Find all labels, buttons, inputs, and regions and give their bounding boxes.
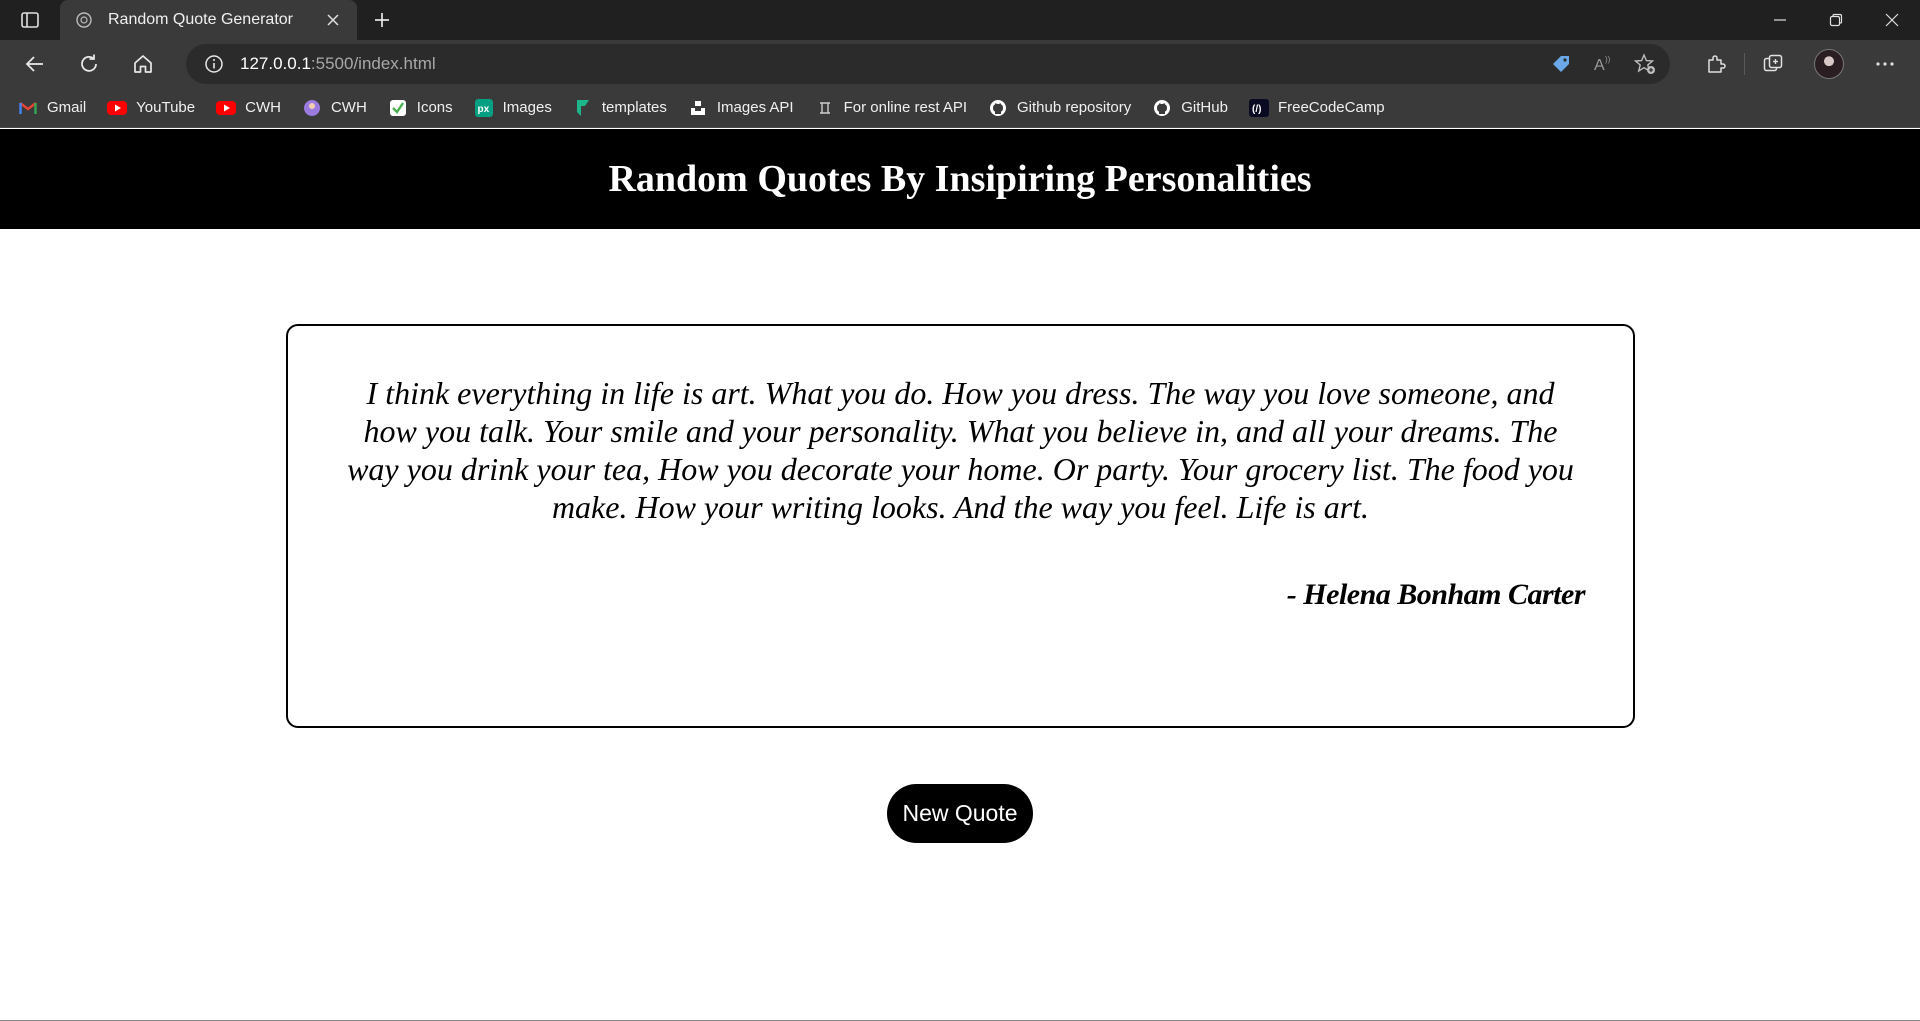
svg-text:(/): (/) — [1252, 104, 1261, 115]
svg-text:)): )) — [1605, 55, 1611, 64]
restore-button[interactable] — [1808, 0, 1864, 40]
browser-tab-bar: Random Quote Generator — [0, 0, 1920, 40]
refresh-button[interactable] — [62, 42, 116, 86]
tab-close-icon[interactable] — [323, 10, 343, 30]
bookmark-item[interactable]: GitHub — [1152, 99, 1228, 117]
close-icon — [1885, 13, 1899, 27]
tab-actions-button[interactable] — [0, 0, 60, 40]
read-aloud-icon[interactable]: A )) — [1592, 53, 1614, 75]
page-title: Random Quotes By Insipiring Personalitie… — [608, 158, 1312, 200]
bookmark-label: Icons — [416, 99, 453, 116]
site-info-icon[interactable] — [200, 54, 228, 74]
collections-button[interactable] — [1745, 42, 1801, 86]
puzzle-icon — [1708, 55, 1726, 73]
github-icon — [1152, 99, 1172, 117]
add-favorite-icon[interactable] — [1634, 53, 1656, 75]
address-bar-actions: A )) — [1550, 53, 1656, 75]
bookmark-item[interactable]: CWH — [216, 99, 281, 117]
bookmark-label: Images API — [716, 99, 794, 116]
home-button[interactable] — [116, 42, 170, 86]
tab-actions-icon — [21, 12, 39, 28]
templates-icon — [573, 99, 593, 117]
browser-tab-active[interactable]: Random Quote Generator — [60, 0, 357, 40]
profile-button[interactable] — [1801, 42, 1857, 86]
browser-toolbar: 127.0.0.1:5500/index.html A )) — [0, 40, 1920, 88]
home-icon — [134, 55, 152, 73]
icons-site-icon — [388, 99, 408, 117]
url-host: 127.0.0.1 — [240, 54, 311, 73]
url-text: 127.0.0.1:5500/index.html — [240, 54, 436, 74]
gmail-icon — [18, 99, 38, 117]
bookmark-label: YouTube — [136, 99, 196, 116]
bookmark-label: FreeCodeCamp — [1277, 99, 1385, 116]
bookmarks-bar: Gmail YouTube CWH CWH Icons px Images templates… — [0, 88, 1920, 128]
bookmark-label: Github repository — [1017, 99, 1132, 116]
bookmark-label: Images — [502, 99, 552, 116]
youtube-icon — [107, 99, 128, 117]
extensions-button[interactable] — [1688, 42, 1744, 86]
page-favicon-icon — [74, 10, 94, 30]
more-menu-button[interactable] — [1857, 42, 1913, 86]
page-header: Random Quotes By Insipiring Personalitie… — [0, 129, 1920, 229]
tab-title: Random Quote Generator — [108, 11, 293, 28]
svg-text:A: A — [1594, 57, 1605, 74]
page-viewport: Random Quotes By Insipiring Personalitie… — [0, 129, 1920, 1021]
bookmark-item[interactable]: Icons — [388, 99, 453, 117]
refresh-icon — [81, 54, 97, 72]
avatar — [1814, 49, 1844, 79]
minimize-icon — [1774, 19, 1786, 21]
unsplash-icon — [688, 99, 708, 117]
new-tab-button[interactable] — [357, 0, 407, 40]
bookmark-item[interactable]: templates — [573, 99, 667, 117]
pexels-icon: px — [474, 98, 494, 117]
coupon-tag-icon[interactable] — [1550, 53, 1572, 75]
cwh-icon — [302, 99, 322, 117]
bookmark-item[interactable]: Gmail — [18, 99, 86, 117]
bookmark-item[interactable]: For online rest API — [815, 99, 967, 117]
back-button[interactable] — [8, 42, 62, 86]
bookmark-label: For online rest API — [843, 99, 968, 116]
more-dots-icon — [1876, 62, 1894, 66]
collections-icon — [1763, 54, 1783, 72]
quote-author: - Helena Bonham Carter — [1286, 578, 1586, 611]
address-bar[interactable]: 127.0.0.1:5500/index.html A )) — [186, 44, 1670, 84]
bookmark-item[interactable]: CWH — [302, 99, 367, 117]
window-controls — [1752, 0, 1920, 40]
youtube-icon — [216, 99, 237, 117]
bookmark-label: CWH — [330, 99, 367, 116]
restore-icon — [1829, 13, 1843, 27]
rest-api-icon — [815, 99, 835, 117]
svg-text:px: px — [477, 104, 489, 115]
bookmark-label: Gmail — [47, 99, 87, 116]
bookmark-label: templates — [601, 99, 667, 116]
bookmark-item[interactable]: Github repository — [988, 99, 1131, 117]
new-quote-button[interactable]: New Quote — [887, 784, 1033, 843]
bookmark-label: CWH — [245, 99, 281, 116]
freecodecamp-icon: (/) — [1248, 98, 1269, 117]
toolbar-actions — [1688, 42, 1913, 86]
url-path: :5500/index.html — [310, 54, 436, 73]
bookmark-item[interactable]: YouTube — [107, 99, 195, 117]
back-arrow-icon — [25, 56, 43, 72]
github-icon — [988, 99, 1008, 117]
quote-card: I think everything in life is art. What … — [286, 324, 1635, 728]
minimize-button[interactable] — [1752, 0, 1808, 40]
plus-icon — [375, 13, 389, 27]
bookmark-item[interactable]: (/) FreeCodeCamp — [1248, 98, 1385, 117]
bookmark-item[interactable]: px Images — [474, 98, 552, 117]
quote-text: I think everything in life is art. What … — [347, 375, 1574, 525]
close-window-button[interactable] — [1864, 0, 1920, 40]
bookmark-label: GitHub — [1181, 99, 1228, 116]
bookmark-item[interactable]: Images API — [688, 99, 794, 117]
